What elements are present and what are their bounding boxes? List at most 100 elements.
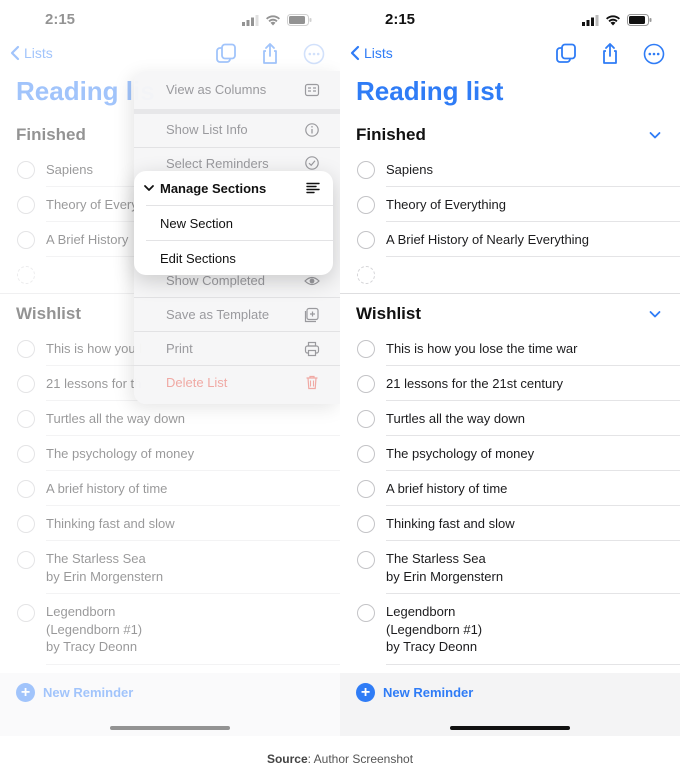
submenu-item-edit-sections[interactable]: Edit Sections <box>134 241 333 275</box>
section-header-wishlist[interactable]: Wishlist <box>16 304 81 324</box>
section-divider <box>340 293 680 294</box>
menu-divider <box>134 331 340 332</box>
item-title: A brief history of time <box>386 481 508 496</box>
share-button[interactable] <box>598 42 622 66</box>
more-button[interactable] <box>642 42 666 66</box>
divider <box>386 435 680 436</box>
checkbox[interactable] <box>17 604 35 622</box>
item-title: Legendborn (Legendborn #1) by Tracy Deon… <box>46 604 143 654</box>
checkbox[interactable] <box>17 231 35 249</box>
chevron-down-icon[interactable] <box>648 307 662 321</box>
checkbox[interactable] <box>17 340 35 358</box>
back-button[interactable]: Lists <box>350 45 393 61</box>
menu-item-print[interactable]: Print <box>166 341 316 356</box>
item-title: 21 lessons for the 21st century <box>386 376 564 391</box>
new-reminder-button[interactable]: + New Reminder <box>356 683 473 702</box>
checkbox[interactable] <box>17 515 35 533</box>
menu-divider <box>134 297 340 298</box>
checkbox[interactable] <box>17 375 35 393</box>
checkbox[interactable] <box>357 445 375 463</box>
menu-divider <box>134 147 340 148</box>
divider <box>46 435 340 436</box>
menu-item-delete-list[interactable]: Delete List <box>166 375 316 390</box>
divider <box>386 470 680 471</box>
section-header-wishlist[interactable]: Wishlist <box>356 304 421 324</box>
menu-item-show-list-info[interactable]: Show List Info <box>166 122 316 137</box>
menu-item-select-reminders[interactable]: Select Reminders <box>166 156 316 171</box>
checkbox[interactable] <box>357 196 375 214</box>
divider <box>46 593 340 594</box>
right-phone-screen: 2:15 Lists Reading list Finished Sapiens… <box>340 0 680 736</box>
checkbox[interactable] <box>357 515 375 533</box>
caption-label: Source <box>266 752 308 766</box>
status-time: 2:15 <box>385 11 416 28</box>
checkbox[interactable] <box>17 161 35 179</box>
item-title: A Brief History of Nearly Everything <box>386 232 590 247</box>
divider <box>386 365 680 366</box>
printer-icon <box>304 341 320 357</box>
checkbox[interactable] <box>357 604 375 622</box>
sections-list-icon <box>306 182 320 194</box>
menu-item-view-as-columns[interactable]: View as Columns <box>166 82 316 97</box>
copy-button[interactable] <box>554 42 578 66</box>
copy-button[interactable] <box>214 42 238 66</box>
chevron-down-icon <box>144 185 154 191</box>
item-title: Theory of Every <box>46 197 138 212</box>
copy-icon <box>216 43 236 63</box>
checkbox[interactable] <box>17 445 35 463</box>
chevron-left-icon <box>10 45 20 61</box>
new-reminder-label: New Reminder <box>383 685 474 700</box>
back-button[interactable]: Lists <box>10 45 53 61</box>
signal-icon <box>242 14 259 26</box>
divider <box>46 505 340 506</box>
item-title: A brief history of time <box>46 481 168 496</box>
divider <box>386 221 680 222</box>
divider <box>386 256 680 257</box>
checkbox[interactable] <box>17 410 35 428</box>
menu-item-show-completed[interactable]: Show Completed <box>166 273 316 288</box>
section-header-finished[interactable]: Finished <box>16 125 86 145</box>
checkbox[interactable] <box>357 551 375 569</box>
checkbox[interactable] <box>17 480 35 498</box>
chevron-down-icon[interactable] <box>648 128 662 142</box>
item-title: This is how you l <box>46 341 143 356</box>
ellipsis-circle-icon <box>303 43 325 65</box>
share-button[interactable] <box>258 42 282 66</box>
checkbox[interactable] <box>357 480 375 498</box>
item-title: The Starless Sea by Erin Morgenstern <box>46 551 164 584</box>
plus-circle-icon: + <box>356 683 375 702</box>
checkbox[interactable] <box>357 340 375 358</box>
section-header-finished[interactable]: Finished <box>356 125 426 145</box>
ellipsis-circle-icon <box>643 43 665 65</box>
status-time: 2:15 <box>45 11 76 28</box>
new-reminder-button[interactable]: + New Reminder <box>16 683 133 702</box>
nav-bar: Lists <box>340 42 680 70</box>
checkbox[interactable] <box>357 410 375 428</box>
item-title: The psychology of money <box>46 446 195 461</box>
share-icon <box>263 43 277 64</box>
home-indicator <box>450 726 570 730</box>
empty-checkbox[interactable] <box>357 266 375 284</box>
menu-divider <box>134 365 340 366</box>
checkbox[interactable] <box>357 161 375 179</box>
checkbox[interactable] <box>357 231 375 249</box>
eye-icon <box>304 276 320 286</box>
divider <box>386 505 680 506</box>
chevron-left-icon <box>350 45 360 61</box>
more-button[interactable] <box>302 42 326 66</box>
submenu-header-manage-sections[interactable]: Manage Sections <box>134 171 333 205</box>
item-title: This is how you lose the time war <box>386 341 578 356</box>
signal-icon <box>582 14 599 26</box>
item-title: 21 lessons for th <box>46 376 142 391</box>
checkbox[interactable] <box>17 196 35 214</box>
checkmark-circle-icon <box>305 156 319 170</box>
checkbox[interactable] <box>357 375 375 393</box>
submenu-item-new-section[interactable]: New Section <box>134 206 333 240</box>
menu-item-save-as-template[interactable]: Save as Template <box>166 307 316 322</box>
left-phone-screen: 2:15 Lists Reading lis Finished Sapiens … <box>0 0 340 736</box>
empty-checkbox[interactable] <box>17 266 35 284</box>
submenu-title: Manage Sections <box>160 181 267 196</box>
template-plus-icon <box>304 307 319 323</box>
checkbox[interactable] <box>17 551 35 569</box>
toolbar-footer: + New Reminder <box>0 673 340 736</box>
